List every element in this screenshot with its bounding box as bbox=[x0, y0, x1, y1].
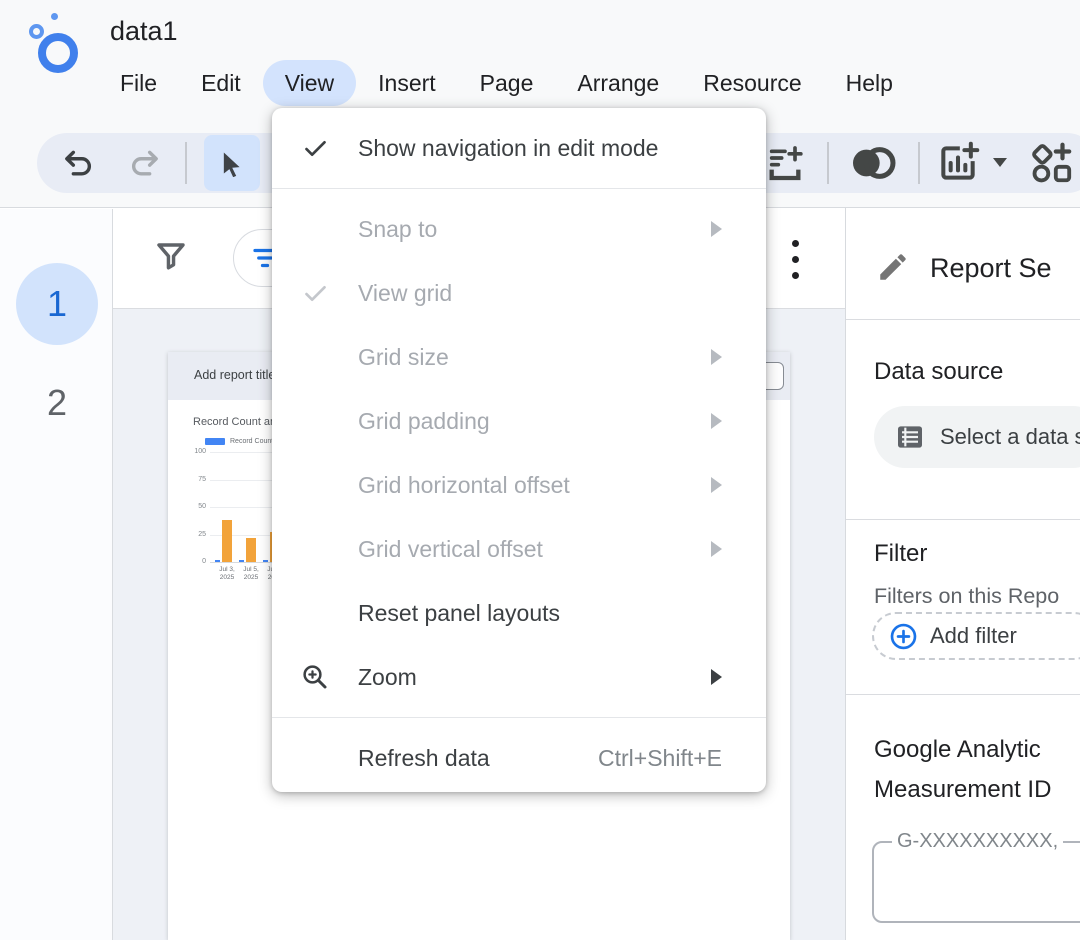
filter-funnel-icon[interactable] bbox=[153, 239, 189, 275]
view-menu-item-snap-to: Snap to bbox=[272, 197, 766, 261]
edit-pencil-icon bbox=[876, 250, 910, 284]
menu-resource[interactable]: Resource bbox=[681, 60, 823, 106]
toolbar-divider bbox=[918, 142, 920, 184]
menu-separator bbox=[272, 188, 766, 189]
menu-item-label: Zoom bbox=[358, 664, 417, 691]
add-data-icon[interactable] bbox=[765, 143, 805, 183]
menu-file[interactable]: File bbox=[98, 60, 179, 106]
menu-item-label: View grid bbox=[358, 280, 452, 307]
ga-measurement-id-input[interactable]: G-XXXXXXXXXX, bbox=[872, 841, 1080, 923]
view-menu-item-grid-horizontal-offset: Grid horizontal offset bbox=[272, 453, 766, 517]
bar-record-count bbox=[263, 560, 268, 562]
bar-series-2 bbox=[246, 538, 256, 562]
submenu-arrow-icon bbox=[711, 221, 722, 237]
legend-swatch bbox=[205, 438, 225, 445]
pages-sidebar: 1 2 bbox=[0, 209, 113, 940]
view-menu-item-grid-vertical-offset: Grid vertical offset bbox=[272, 517, 766, 581]
submenu-arrow-icon bbox=[711, 413, 722, 429]
view-menu-dropdown: Show navigation in edit mode Snap to View … bbox=[272, 108, 766, 792]
add-chart-dropdown-caret-icon[interactable] bbox=[993, 158, 1007, 167]
menubar: File Edit View Insert Page Arrange Resou… bbox=[98, 60, 915, 106]
menu-item-label: Grid horizontal offset bbox=[358, 472, 570, 499]
zoom-in-icon bbox=[300, 662, 330, 692]
bar-record-count bbox=[215, 560, 220, 562]
menu-item-label: Grid padding bbox=[358, 408, 490, 435]
y-axis-tick-label: 75 bbox=[176, 476, 206, 483]
view-menu-item-refresh-data[interactable]: Refresh data Ctrl+Shift+E bbox=[272, 726, 766, 790]
legend-label: Record Count bbox=[230, 438, 273, 445]
menu-item-label: Snap to bbox=[358, 216, 437, 243]
menu-help[interactable]: Help bbox=[824, 60, 915, 106]
bar-series-2 bbox=[222, 520, 232, 562]
filter-heading: Filter bbox=[874, 540, 927, 568]
menu-item-label: Refresh data bbox=[358, 745, 490, 772]
menu-page[interactable]: Page bbox=[458, 60, 556, 106]
data-source-table-icon bbox=[894, 421, 926, 453]
menu-insert[interactable]: Insert bbox=[356, 60, 458, 106]
submenu-arrow-icon bbox=[711, 349, 722, 365]
cursor-icon bbox=[218, 149, 246, 177]
select-data-source-label: Select a data s bbox=[940, 424, 1080, 450]
data-source-heading: Data source bbox=[874, 358, 1003, 386]
redo-icon[interactable] bbox=[127, 146, 161, 180]
add-circle-icon bbox=[889, 622, 918, 651]
report-settings-panel: Report Se Data source Select a data s Fi… bbox=[845, 208, 1080, 940]
undo-icon[interactable] bbox=[62, 146, 96, 180]
check-icon bbox=[302, 280, 329, 307]
submenu-arrow-icon bbox=[711, 477, 722, 493]
y-axis-tick-label: 25 bbox=[176, 531, 206, 538]
page-thumbnail-2[interactable]: 2 bbox=[16, 377, 98, 429]
menu-edit[interactable]: Edit bbox=[179, 60, 263, 106]
check-icon bbox=[302, 135, 329, 162]
toolbar-divider bbox=[827, 142, 829, 184]
view-menu-item-view-grid: View grid bbox=[272, 261, 766, 325]
ga-input-floating-label: G-XXXXXXXXXX, bbox=[892, 830, 1063, 853]
view-menu-item-grid-padding: Grid padding bbox=[272, 389, 766, 453]
page-thumbnail-1[interactable]: 1 bbox=[16, 263, 98, 345]
menu-item-shortcut: Ctrl+Shift+E bbox=[598, 745, 722, 772]
submenu-arrow-icon bbox=[711, 541, 722, 557]
view-menu-item-show-navigation-in-edit-mode[interactable]: Show navigation in edit mode bbox=[272, 116, 766, 180]
add-filter-button[interactable]: Add filter bbox=[872, 612, 1080, 660]
document-title[interactable]: data1 bbox=[110, 16, 178, 47]
menu-item-label: Grid vertical offset bbox=[358, 536, 543, 563]
menu-item-label: Grid size bbox=[358, 344, 449, 371]
looker-studio-logo-icon bbox=[38, 33, 80, 75]
menu-separator bbox=[272, 717, 766, 718]
view-menu-item-reset-panel-layouts[interactable]: Reset panel layouts bbox=[272, 581, 766, 645]
community-visualizations-icon[interactable] bbox=[1028, 140, 1074, 186]
y-axis-tick-label: 0 bbox=[176, 558, 206, 565]
add-chart-icon[interactable] bbox=[936, 141, 980, 185]
select-tool-button[interactable] bbox=[204, 135, 260, 191]
more-options-kebab-icon[interactable] bbox=[785, 236, 805, 282]
blend-data-icon[interactable] bbox=[845, 143, 901, 183]
toolbar-divider bbox=[185, 142, 187, 184]
view-menu-item-grid-size: Grid size bbox=[272, 325, 766, 389]
filter-subtext: Filters on this Repo bbox=[874, 584, 1059, 609]
bar-record-count bbox=[239, 560, 244, 562]
ga-measurement-heading: Google Analytic Measurement ID bbox=[874, 730, 1051, 810]
view-menu-item-zoom[interactable]: Zoom bbox=[272, 645, 766, 709]
y-axis-tick-label: 100 bbox=[176, 448, 206, 455]
y-axis-tick-label: 50 bbox=[176, 503, 206, 510]
select-data-source-button[interactable]: Select a data s bbox=[874, 406, 1080, 468]
menu-item-label: Reset panel layouts bbox=[358, 600, 560, 627]
submenu-arrow-icon bbox=[711, 669, 722, 685]
menu-item-label: Show navigation in edit mode bbox=[358, 135, 658, 162]
add-filter-label: Add filter bbox=[930, 623, 1017, 649]
menu-view[interactable]: View bbox=[263, 60, 356, 106]
report-title-placeholder[interactable]: Add report title bbox=[194, 368, 275, 382]
menu-arrange[interactable]: Arrange bbox=[555, 60, 681, 106]
panel-title: Report Se bbox=[930, 253, 1052, 284]
